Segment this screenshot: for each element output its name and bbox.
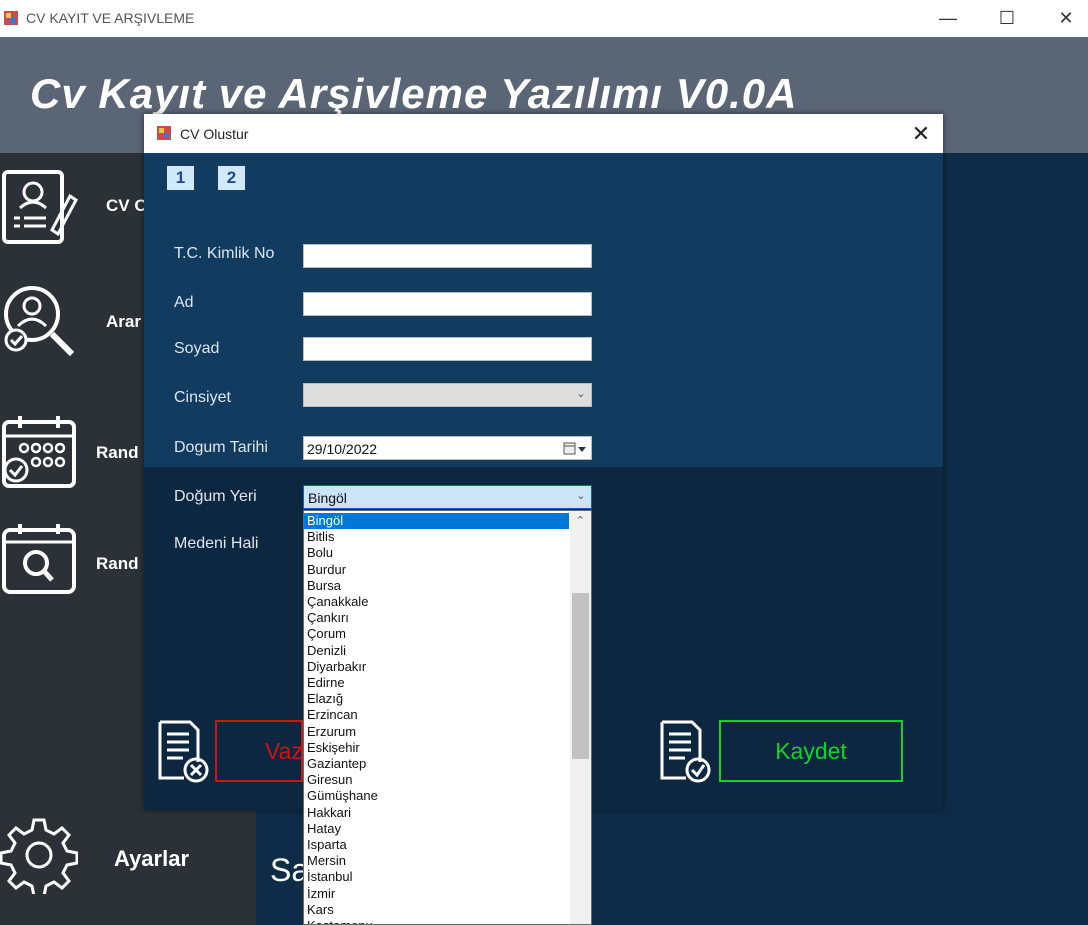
- dropdown-item[interactable]: Mersin: [307, 853, 346, 869]
- dogum-tarihi-label: Dogum Tarihi: [174, 439, 268, 456]
- dropdown-item[interactable]: Bitlis: [307, 529, 334, 545]
- dropdown-item[interactable]: Bursa: [307, 578, 341, 594]
- app-title: Cv Kayıt ve Arşivleme Yazılımı V0.0A: [30, 70, 798, 117]
- sidebar-item-label: Rand: [96, 554, 139, 573]
- dropdown-item[interactable]: Hakkari: [307, 805, 351, 821]
- dropdown-item[interactable]: Erzurum: [307, 724, 356, 740]
- dropdown-item[interactable]: Çankırı: [307, 610, 349, 626]
- soyad-label: Soyad: [174, 340, 220, 357]
- cinsiyet-select[interactable]: ⌄: [303, 383, 592, 407]
- resume-edit-icon: [2, 170, 78, 244]
- dropdown-item[interactable]: Hatay: [307, 821, 341, 837]
- document-delete-icon: [158, 720, 209, 783]
- scrollbar-thumb[interactable]: [572, 593, 589, 759]
- chevron-down-icon: ⌄: [576, 490, 586, 502]
- dogum-tarihi-value: 29/10/2022: [307, 441, 378, 457]
- dropdown-item[interactable]: Elazığ: [307, 691, 343, 707]
- minimize-icon[interactable]: —: [928, 4, 968, 32]
- dropdown-item[interactable]: Çorum: [307, 626, 346, 642]
- vazgec-button[interactable]: Vaz: [215, 720, 303, 782]
- dropdown-item[interactable]: Bingöl: [307, 513, 343, 529]
- user-search-icon: [4, 286, 75, 357]
- document-check-icon: [660, 720, 711, 783]
- dropdown-item[interactable]: Çanakkale: [307, 594, 368, 610]
- dropdown-item[interactable]: İzmir: [307, 886, 335, 902]
- dogum-yeri-label: Doğum Yeri: [174, 488, 257, 505]
- dropdown-item[interactable]: Kastamonu: [307, 918, 373, 924]
- dropdown-item[interactable]: Erzincan: [307, 707, 358, 723]
- dropdown-selected-highlight: [304, 513, 569, 529]
- sidebar-item-ayarlar[interactable]: Ayarlar: [0, 812, 256, 902]
- dialog-titlebar: CV Olustur ✕: [144, 114, 943, 153]
- dogum-yeri-value: Bingöl: [308, 490, 347, 506]
- sidebar-item-label: Arar: [106, 312, 141, 331]
- main-window-title: CV KAYIT VE ARŞIVLEME: [26, 10, 195, 26]
- cinsiyet-label: Cinsiyet: [174, 389, 231, 406]
- close-icon[interactable]: ✕: [1046, 4, 1086, 32]
- app-icon: [157, 126, 171, 140]
- chevron-down-icon: ⌄: [576, 388, 586, 400]
- dropdown-item[interactable]: Gaziantep: [307, 756, 366, 772]
- ad-label: Ad: [174, 294, 194, 311]
- tc-input[interactable]: [303, 244, 592, 268]
- tc-label: T.C. Kimlik No: [174, 245, 275, 262]
- sidebar-item-label: Rand: [96, 443, 139, 462]
- dropdown-item[interactable]: İstanbul: [307, 869, 353, 885]
- dropdown-item[interactable]: Burdur: [307, 562, 346, 578]
- gear-icon: [0, 818, 78, 894]
- main-titlebar: CV KAYIT VE ARŞIVLEME — ☐ ✕: [0, 0, 1088, 37]
- sidebar-item-label: Ayarlar: [114, 846, 190, 871]
- dogum-yeri-select[interactable]: Bingöl ⌄: [303, 485, 592, 509]
- dropdown-item[interactable]: Denizli: [307, 643, 346, 659]
- calendar-search-icon: [2, 524, 76, 594]
- kaydet-button[interactable]: Kaydet: [719, 720, 903, 782]
- page-2-button[interactable]: 2: [216, 164, 247, 192]
- dropdown-item[interactable]: Diyarbakır: [307, 659, 366, 675]
- dialog-title: CV Olustur: [180, 126, 249, 142]
- dogum-tarihi-picker[interactable]: 29/10/2022: [303, 436, 592, 460]
- close-icon[interactable]: ✕: [906, 120, 936, 148]
- dropdown-item[interactable]: Giresun: [307, 772, 353, 788]
- dropdown-item[interactable]: Bolu: [307, 545, 333, 561]
- medeni-hali-label: Medeni Hali: [174, 535, 259, 552]
- ad-input[interactable]: [303, 292, 592, 316]
- chevron-up-icon[interactable]: ⌃: [570, 513, 591, 530]
- dropdown-scrollbar[interactable]: ⌃: [570, 511, 591, 924]
- sidebar-item-label: CV O: [106, 196, 148, 215]
- dropdown-item[interactable]: Edirne: [307, 675, 345, 691]
- soyad-input[interactable]: [303, 337, 592, 361]
- dogum-yeri-dropdown-list: Bingöl Bitlis Bolu Burdur Bursa Çanakkale Çank…: [303, 510, 592, 925]
- maximize-icon[interactable]: ☐: [987, 4, 1027, 32]
- app-icon: [4, 11, 18, 25]
- page-1-button[interactable]: 1: [165, 164, 196, 192]
- calendar-check-icon: [2, 416, 76, 488]
- dropdown-item[interactable]: Kars: [307, 902, 334, 918]
- calendar-dropdown-icon[interactable]: [563, 442, 587, 455]
- dropdown-item[interactable]: Gümüşhane: [307, 788, 378, 804]
- dropdown-item[interactable]: Eskişehir: [307, 740, 360, 756]
- dropdown-item[interactable]: Isparta: [307, 837, 347, 853]
